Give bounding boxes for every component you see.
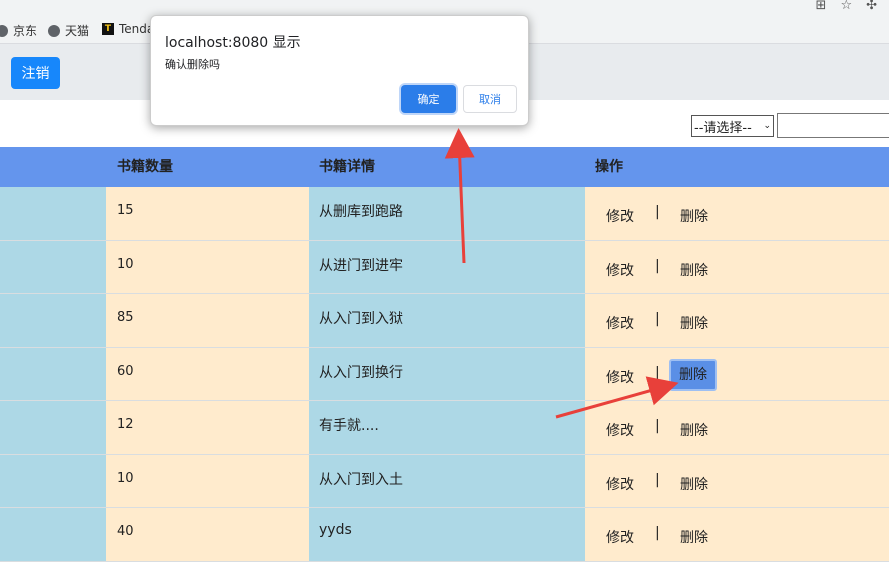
book-detail: 从删库到跑路	[309, 187, 585, 241]
dialog-title: localhost:8080 显示	[165, 35, 301, 51]
cancel-button[interactable]: 取消	[463, 85, 517, 113]
book-count: 10	[106, 454, 309, 508]
bookmark-label: 天猫	[65, 24, 90, 38]
delete-button[interactable]: 删除	[680, 527, 708, 547]
delete-button[interactable]: 删除	[680, 474, 708, 494]
delete-button[interactable]: 删除	[680, 420, 708, 440]
bookmark-label: Tenda	[119, 22, 155, 36]
delete-button[interactable]: 删除	[680, 260, 708, 280]
bookmark-tenda[interactable]: T Tenda	[102, 22, 154, 36]
book-count: 15	[106, 187, 309, 241]
book-detail: yyds	[309, 508, 585, 562]
translate-icon[interactable]: ⊞	[816, 0, 827, 14]
dialog-message: 确认删除吗	[165, 58, 220, 71]
book-detail: 从入门到入土	[309, 454, 585, 508]
edit-link[interactable]: 修改	[606, 260, 634, 280]
table-body: 15 从删库到跑路 修改 | 删除 10 从进门到进牢 修改 | 删除 85 从…	[0, 187, 889, 562]
book-count: 10	[106, 240, 309, 294]
delete-button[interactable]: 删除	[680, 313, 708, 333]
book-detail: 从入门到换行	[309, 347, 585, 401]
header-count: 书籍数量	[117, 159, 173, 175]
star-icon[interactable]: ☆	[840, 0, 852, 14]
book-detail: 从入门到入狱	[309, 294, 585, 348]
edit-link[interactable]: 修改	[606, 206, 634, 226]
separator: |	[655, 204, 660, 220]
ops-cell: 修改 | 删除	[585, 240, 889, 294]
category-select-value: --请选择--	[694, 120, 752, 136]
tenda-icon: T	[102, 23, 114, 35]
extensions-icon[interactable]: ✣	[866, 0, 877, 14]
header-detail: 书籍详情	[319, 159, 375, 175]
separator: |	[655, 257, 660, 274]
table-cell	[0, 401, 106, 455]
globe-icon	[48, 24, 60, 37]
edit-link[interactable]: 修改	[606, 474, 634, 494]
bookmark-jd[interactable]: 京东	[0, 22, 37, 39]
book-detail: 有手就....	[309, 401, 585, 455]
delete-button-focused[interactable]: 删除	[669, 358, 717, 391]
table-cell	[0, 347, 106, 401]
table-row: 60 从入门到换行 修改 | 删除	[0, 347, 889, 401]
book-count: 40	[106, 508, 309, 562]
bookmark-label: 京东	[13, 24, 38, 38]
table-row: 15 从删库到跑路 修改 | 删除	[0, 187, 889, 241]
table-row: 10 从入门到入土 修改 | 删除	[0, 454, 889, 508]
book-count: 85	[106, 294, 309, 348]
book-count: 60	[106, 347, 309, 401]
category-select[interactable]: --请选择-- ⌄	[691, 115, 774, 137]
header-ops: 操作	[595, 159, 623, 175]
separator: |	[655, 311, 660, 327]
book-detail: 从进门到进牢	[309, 240, 585, 294]
bookmark-tmall[interactable]: 天猫	[48, 22, 89, 39]
ops-cell: 修改 | 删除	[585, 454, 889, 508]
ok-button[interactable]: 确定	[401, 85, 456, 113]
logout-button[interactable]: 注销	[11, 57, 60, 89]
separator: |	[655, 525, 660, 541]
table-header: 书籍数量 书籍详情 操作	[0, 147, 889, 187]
separator: |	[655, 418, 660, 434]
browser-toolbar-icons: ⊞ ☆ ✣	[816, 0, 889, 14]
ops-cell: 修改 | 删除	[585, 347, 889, 401]
edit-link[interactable]: 修改	[606, 313, 634, 333]
table-cell	[0, 508, 106, 562]
table-row: 40 yyds 修改 | 删除	[0, 508, 889, 562]
table-cell	[0, 454, 106, 508]
ops-cell: 修改 | 删除	[585, 187, 889, 241]
edit-link[interactable]: 修改	[606, 367, 634, 387]
table-row: 10 从进门到进牢 修改 | 删除	[0, 240, 889, 294]
separator: |	[655, 364, 660, 381]
confirm-dialog: localhost:8080 显示 确认删除吗 确定 取消	[150, 15, 529, 126]
edit-link[interactable]: 修改	[606, 527, 634, 547]
chevron-down-icon: ⌄	[763, 121, 771, 131]
ops-cell: 修改 | 删除	[585, 294, 889, 348]
table-cell	[0, 240, 106, 294]
table-cell	[0, 187, 106, 241]
separator: |	[655, 471, 660, 488]
globe-icon	[0, 24, 8, 37]
delete-button[interactable]: 删除	[680, 206, 708, 226]
table-row: 12 有手就.... 修改 | 删除	[0, 401, 889, 455]
edit-link[interactable]: 修改	[606, 420, 634, 440]
search-input[interactable]	[777, 113, 889, 138]
ops-cell: 修改 | 删除	[585, 508, 889, 562]
book-count: 12	[106, 401, 309, 455]
table-row: 85 从入门到入狱 修改 | 删除	[0, 294, 889, 348]
ops-cell: 修改 | 删除	[585, 401, 889, 455]
table-cell	[0, 294, 106, 348]
